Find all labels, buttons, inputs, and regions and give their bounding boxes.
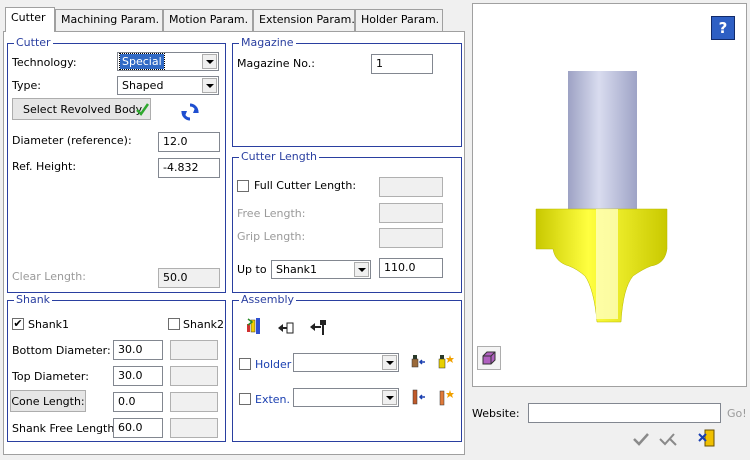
tool-preview (535, 71, 668, 323)
technology-value: Special (119, 53, 165, 70)
chevron-down-icon[interactable] (354, 262, 369, 277)
chevron-down-icon[interactable] (202, 54, 217, 69)
full-cutter-length-input[interactable] (379, 177, 443, 197)
tab-cutter[interactable]: Cutter (5, 7, 55, 32)
shank2-top-diameter-input[interactable] (170, 366, 218, 386)
ref-height-input[interactable]: -4.832 (158, 158, 220, 178)
tab-holder-param[interactable]: Holder Param. (355, 9, 443, 31)
website-input[interactable] (528, 403, 721, 423)
diameter-input[interactable]: 12.0 (158, 132, 220, 152)
magazine-no-label: Magazine No.: (237, 57, 315, 70)
bottom-diameter-input[interactable]: 30.0 (113, 340, 163, 360)
tab-extension-param[interactable]: Extension Param. (253, 9, 355, 31)
technology-select[interactable]: Special (117, 52, 219, 71)
shank-free-length-input[interactable]: 60.0 (113, 418, 163, 438)
shank2-cone-length-input[interactable] (170, 392, 218, 412)
checkmark-icon (136, 103, 149, 116)
tab-label: Motion Param. (169, 13, 249, 26)
tab-panel: Cutter Technology: Special Type: Shaped … (3, 31, 465, 455)
select-revolved-body-button[interactable]: Select Revolved Body (12, 98, 151, 120)
apply-check-icon[interactable] (658, 431, 678, 447)
tab-label: Holder Param. (361, 13, 440, 26)
up-to-label: Up to (237, 263, 267, 276)
technology-label: Technology: (12, 56, 77, 69)
cube-icon (482, 351, 496, 365)
holder-select[interactable] (293, 353, 399, 372)
chevron-down-icon[interactable] (382, 355, 397, 370)
insert-left-icon[interactable] (277, 319, 295, 337)
cone-length-label: Cone Length: (11, 394, 85, 408)
tab-label: Cutter (11, 11, 46, 24)
magazine-group: Magazine Magazine No.: 1 (232, 36, 462, 147)
go-button[interactable]: Go! (727, 407, 747, 420)
group-title: Cutter (14, 36, 53, 50)
assembly-group: Assembly Holder Exten. (232, 293, 462, 442)
up-to-length-input[interactable]: 110.0 (379, 258, 443, 278)
select-revolved-body-label: Select Revolved Body (23, 102, 143, 116)
cutter-core (596, 209, 618, 319)
up-to-select[interactable]: Shank1 (271, 260, 371, 279)
shank1-label: Shank1 (28, 318, 70, 331)
ref-height-label: Ref. Height: (12, 160, 77, 173)
bottom-diameter-label: Bottom Diameter: (12, 344, 111, 357)
tab-machining-param[interactable]: Machining Param. (55, 9, 163, 31)
full-cutter-length-checkbox[interactable] (237, 180, 249, 192)
cone-length-input[interactable]: 0.0 (113, 392, 163, 412)
assembly-tools-icon[interactable] (245, 317, 265, 337)
type-label: Type: (12, 79, 41, 92)
view-cube-button[interactable] (477, 346, 501, 370)
tab-motion-param[interactable]: Motion Param. (163, 9, 253, 31)
exten-label[interactable]: Exten. (255, 393, 290, 406)
grip-length-input[interactable] (379, 228, 443, 248)
holder-value (296, 355, 300, 357)
shank1-checkbox[interactable]: ✔ (12, 318, 24, 330)
shank-group: Shank ✔ Shank1 Shank2 Bottom Diameter: 3… (7, 293, 226, 442)
tab-label: Machining Param. (61, 13, 160, 26)
insert-tool-icon[interactable] (309, 317, 329, 337)
exten-checkbox[interactable] (239, 393, 251, 405)
add-holder-icon[interactable] (410, 353, 428, 371)
ok-check-icon[interactable] (632, 431, 650, 447)
free-length-input[interactable] (379, 203, 443, 223)
shank2-free-length-input[interactable] (170, 418, 218, 438)
website-label: Website: (472, 407, 520, 420)
shank2-label: Shank2 (183, 318, 225, 331)
holder-label[interactable]: Holder (255, 358, 291, 371)
holder-checkbox[interactable] (239, 358, 251, 370)
grip-length-label: Grip Length: (237, 230, 306, 243)
exten-value (296, 390, 300, 392)
top-diameter-input[interactable]: 30.0 (113, 366, 163, 386)
add-extension-icon[interactable] (410, 388, 428, 406)
preview-viewport[interactable]: ? (472, 3, 747, 387)
chevron-down-icon[interactable] (382, 390, 397, 405)
group-title: Assembly (239, 293, 297, 307)
cone-length-button[interactable]: Cone Length: (10, 390, 86, 412)
new-holder-icon[interactable] (436, 353, 456, 373)
top-diameter-label: Top Diameter: (12, 370, 89, 383)
refresh-icon[interactable] (180, 102, 200, 122)
clear-length-input[interactable]: 50.0 (158, 268, 220, 288)
tab-label: Extension Param. (259, 13, 355, 26)
diameter-label: Diameter (reference): (12, 134, 132, 147)
cutter-length-group: Cutter Length Full Cutter Length: Free L… (232, 150, 462, 293)
magazine-no-input[interactable]: 1 (371, 54, 433, 74)
cutter-group: Cutter Technology: Special Type: Shaped … (7, 36, 226, 293)
group-title: Magazine (239, 36, 296, 50)
type-select[interactable]: Shaped (117, 76, 219, 95)
type-value: Shaped (122, 79, 164, 92)
exit-icon[interactable] (697, 428, 717, 448)
shank2-bottom-diameter-input[interactable] (170, 340, 218, 360)
group-title: Cutter Length (239, 150, 320, 164)
clear-length-label: Clear Length: (12, 270, 86, 283)
chevron-down-icon[interactable] (202, 78, 217, 93)
shank2-checkbox[interactable] (168, 318, 180, 330)
up-to-value: Shank1 (276, 263, 318, 276)
shank-body (568, 71, 637, 209)
free-length-label: Free Length: (237, 207, 306, 220)
shank-free-length-label: Shank Free Length: (12, 422, 119, 435)
new-extension-icon[interactable] (436, 388, 456, 408)
group-title: Shank (14, 293, 53, 307)
full-cutter-length-label: Full Cutter Length: (254, 179, 357, 192)
exten-select[interactable] (293, 388, 399, 407)
